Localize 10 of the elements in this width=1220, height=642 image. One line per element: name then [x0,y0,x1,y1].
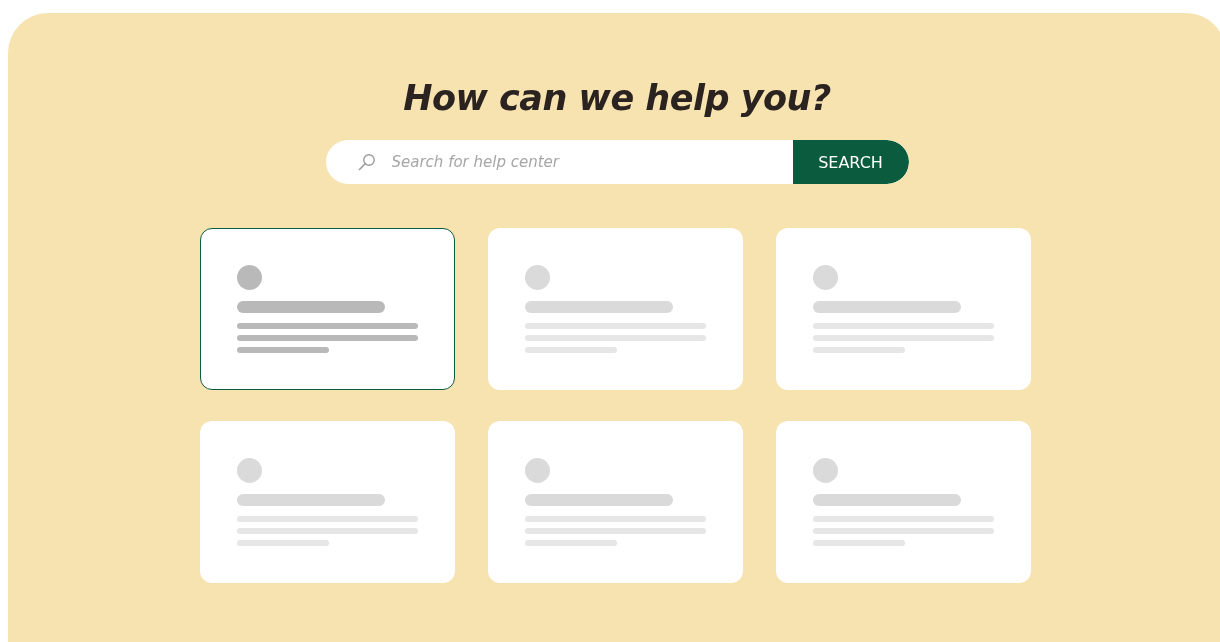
help-card[interactable] [199,228,455,390]
help-card[interactable] [775,228,1031,390]
page-title: How can we help you? [403,77,831,120]
help-card[interactable] [775,421,1031,583]
search-icon [357,153,376,171]
search-field[interactable]: Search for help center SEARCH [325,140,909,184]
search-button[interactable]: SEARCH [792,140,909,184]
help-card[interactable] [199,421,455,583]
help-card[interactable] [487,421,743,583]
help-card[interactable] [487,228,743,390]
